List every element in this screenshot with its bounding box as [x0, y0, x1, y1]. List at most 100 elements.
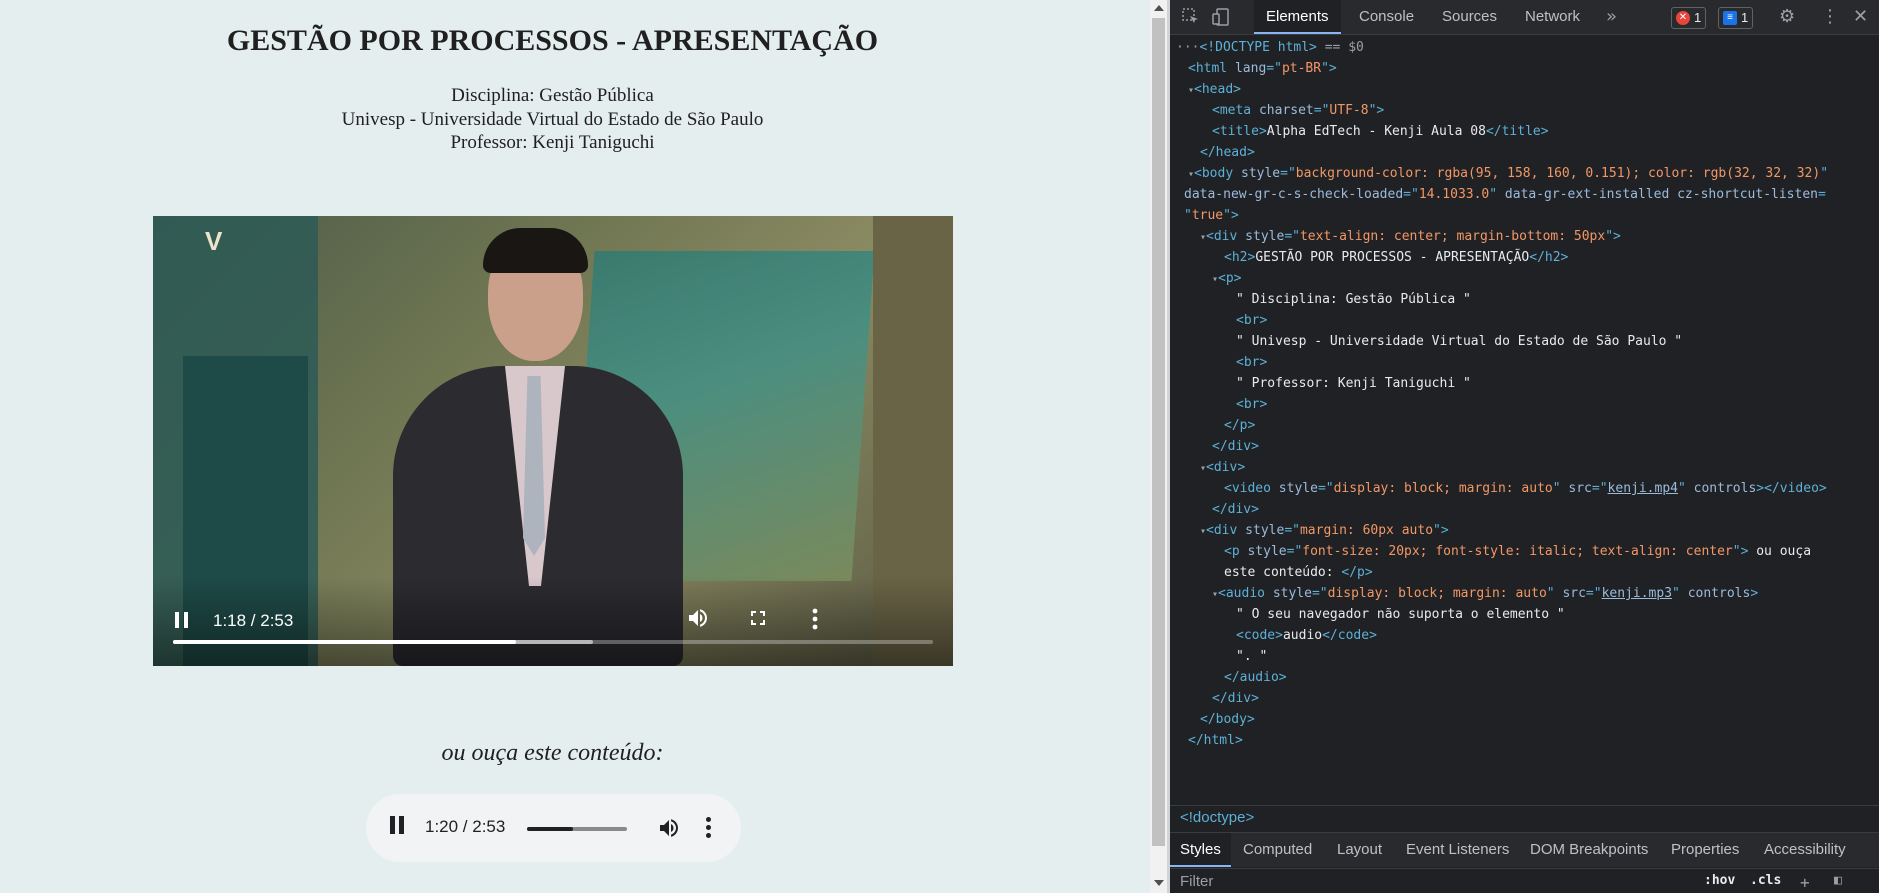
- audio-volume-button[interactable]: [657, 816, 681, 840]
- dom-node-line[interactable]: " O seu navegador não suporta o elemento…: [1170, 604, 1879, 625]
- message-count: 1: [1741, 10, 1749, 25]
- audio-player[interactable]: 1:20 / 2:53: [366, 794, 741, 862]
- dom-node-line[interactable]: " Univesp - Universidade Virtual do Esta…: [1170, 331, 1879, 352]
- dom-tag: ">: [1368, 103, 1385, 118]
- sidebar-toggle-icon[interactable]: ◧: [1834, 873, 1842, 888]
- dom-attr-value: 14.1033.0: [1418, 187, 1490, 202]
- dom-node-line[interactable]: ▾<audio style="display: block; margin: a…: [1170, 583, 1879, 604]
- cls-toggle[interactable]: .cls: [1750, 873, 1781, 888]
- dom-node-line[interactable]: <html lang="pt-BR">: [1170, 58, 1879, 79]
- tab-console[interactable]: Console: [1347, 0, 1426, 34]
- dom-node-line[interactable]: ▾<p>: [1170, 268, 1879, 289]
- dom-link[interactable]: kenji.mp4: [1608, 481, 1678, 496]
- dom-node-line[interactable]: ▾<body style="background-color: rgba(95,…: [1170, 163, 1879, 184]
- dom-tag: <head>: [1194, 82, 1241, 97]
- video-volume-button[interactable]: [686, 606, 712, 632]
- dom-node-line[interactable]: ▾<div style="text-align: center; margin-…: [1170, 226, 1879, 247]
- page-scrollbar[interactable]: [1150, 0, 1167, 893]
- dom-attr-name: style: [1241, 166, 1281, 181]
- more-vert-dot: [706, 825, 711, 830]
- dom-attr-value: pt-BR: [1281, 61, 1322, 76]
- scrollbar-thumb[interactable]: [1152, 18, 1165, 846]
- breadcrumb-item[interactable]: <!doctype>: [1180, 809, 1254, 826]
- dom-node-line[interactable]: <title>Alpha EdTech - Kenji Aula 08</tit…: [1170, 121, 1879, 142]
- dom-node-line[interactable]: ▾<div>: [1170, 457, 1879, 478]
- tab-elements[interactable]: Elements: [1254, 0, 1341, 34]
- video-fullscreen-button[interactable]: [746, 606, 772, 632]
- dom-node-line[interactable]: <br>: [1170, 310, 1879, 331]
- styles-filter-bar: Filter :hov .cls + ◧: [1170, 868, 1879, 893]
- inspect-element-icon[interactable]: [1182, 0, 1200, 34]
- tab-network[interactable]: Network: [1513, 0, 1592, 34]
- new-rule-button[interactable]: +: [1800, 873, 1810, 892]
- dom-node-line[interactable]: <meta charset="UTF-8">: [1170, 100, 1879, 121]
- audio-seek-bar[interactable]: [527, 827, 627, 831]
- tab-event-listeners[interactable]: Event Listeners: [1406, 833, 1509, 867]
- video-more-options-button[interactable]: [811, 608, 819, 632]
- error-count-badge[interactable]: ✕ 1: [1671, 7, 1707, 29]
- dom-node-line[interactable]: <p style="font-size: 20px; font-style: i…: [1170, 541, 1879, 562]
- gear-icon[interactable]: ⚙: [1779, 0, 1795, 34]
- dom-tag: </h2>: [1529, 250, 1569, 265]
- dom-node-line[interactable]: <code>audio</code>: [1170, 625, 1879, 646]
- tab-properties[interactable]: Properties: [1671, 833, 1739, 867]
- dom-node-line[interactable]: <br>: [1170, 352, 1879, 373]
- video-time-display: 1:18 / 2:53: [213, 611, 294, 630]
- dom-tag: <code>: [1236, 628, 1283, 643]
- dom-node-line[interactable]: " Professor: Kenji Taniguchi ": [1170, 373, 1879, 394]
- dom-node-line[interactable]: " Disciplina: Gestão Pública ": [1170, 289, 1879, 310]
- dom-node-line[interactable]: </div>: [1170, 436, 1879, 457]
- dom-attr-name: style: [1245, 229, 1285, 244]
- dom-node-line[interactable]: data-new-gr-c-s-check-loaded="14.1033.0"…: [1170, 184, 1879, 205]
- dom-tag: =": [1280, 166, 1296, 181]
- dom-node-line[interactable]: </html>: [1170, 730, 1879, 751]
- tab-styles[interactable]: Styles: [1170, 833, 1231, 867]
- dom-node-line[interactable]: ▾<div style="margin: 60px auto">: [1170, 520, 1879, 541]
- tab-accessibility[interactable]: Accessibility: [1764, 833, 1846, 867]
- video-pause-button[interactable]: [175, 612, 191, 630]
- dom-node-line[interactable]: </audio>: [1170, 667, 1879, 688]
- more-tabs-icon[interactable]: »: [1606, 0, 1617, 34]
- dom-tag: <body: [1194, 166, 1241, 181]
- dom-node-line[interactable]: </head>: [1170, 142, 1879, 163]
- scroll-down-arrow-icon[interactable]: [1154, 880, 1164, 886]
- tab-layout[interactable]: Layout: [1337, 833, 1382, 867]
- hov-toggle[interactable]: :hov: [1704, 873, 1735, 888]
- dom-node-line[interactable]: ···<!DOCTYPE html> == $0: [1170, 37, 1879, 58]
- close-icon[interactable]: ✕: [1853, 0, 1868, 34]
- dom-node-line[interactable]: <video style="display: block; margin: au…: [1170, 478, 1879, 499]
- dom-tag: </div>: [1212, 502, 1259, 517]
- message-count-badge[interactable]: ≡ 1: [1718, 7, 1754, 29]
- scroll-up-arrow-icon[interactable]: [1154, 5, 1164, 11]
- tab-dom-breakpoints[interactable]: DOM Breakpoints: [1530, 833, 1648, 867]
- dom-node-line[interactable]: "true">: [1170, 205, 1879, 226]
- audio-pause-button[interactable]: [390, 816, 408, 838]
- dom-node-line[interactable]: <br>: [1170, 394, 1879, 415]
- tab-computed[interactable]: Computed: [1243, 833, 1312, 867]
- professor-text: Professor: Kenji Taniguchi: [450, 132, 655, 153]
- filter-input[interactable]: Filter: [1180, 873, 1213, 890]
- dom-node-line[interactable]: ▾<head>: [1170, 79, 1879, 100]
- dom-node-line[interactable]: </p>: [1170, 415, 1879, 436]
- dom-node-line[interactable]: <h2>GESTÃO POR PROCESSOS - APRESENTAÇÃO<…: [1170, 247, 1879, 268]
- dom-tag: </p>: [1341, 565, 1373, 580]
- dom-node-line[interactable]: ". ": [1170, 646, 1879, 667]
- dom-node-line[interactable]: </body>: [1170, 709, 1879, 730]
- video-controls: 1:18 / 2:53: [153, 576, 953, 666]
- volume-icon: [689, 609, 707, 627]
- video-seek-bar[interactable]: [173, 640, 933, 644]
- more-vert-icon[interactable]: ⋮: [1821, 0, 1839, 34]
- dom-node-line[interactable]: </div>: [1170, 499, 1879, 520]
- dom-tag: </html>: [1188, 733, 1243, 748]
- dom-tag: =": [1311, 586, 1328, 601]
- device-toolbar-icon[interactable]: [1212, 0, 1230, 34]
- video-player[interactable]: V 1:18 / 2:53: [153, 216, 953, 666]
- dom-tag: <div: [1206, 229, 1246, 244]
- dom-link[interactable]: kenji.mp3: [1602, 586, 1672, 601]
- dom-node-line[interactable]: este conteúdo: </p>: [1170, 562, 1879, 583]
- audio-more-options-button[interactable]: [706, 817, 712, 839]
- dom-tag: </audio>: [1224, 670, 1287, 685]
- dom-tag: =": [1403, 187, 1419, 202]
- dom-node-line[interactable]: </div>: [1170, 688, 1879, 709]
- tab-sources[interactable]: Sources: [1430, 0, 1509, 34]
